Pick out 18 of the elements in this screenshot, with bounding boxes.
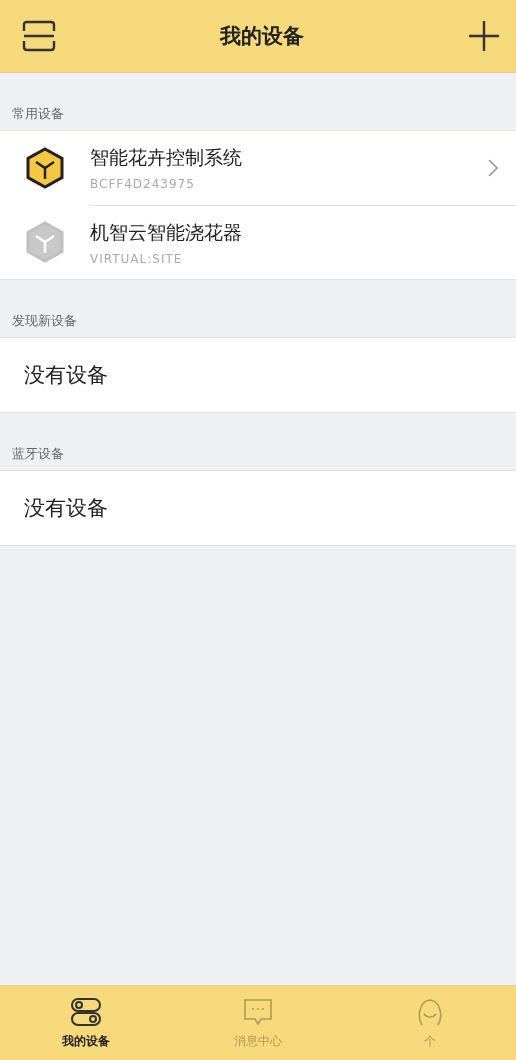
empty-text: 没有设备 [24,362,108,389]
device-id: BCFF4D243975 [90,177,195,191]
add-icon[interactable] [468,20,500,52]
device-name[interactable]: 机智云智能浇花器 [90,219,242,246]
section-title: 常用设备 [12,106,64,121]
empty-text: 没有设备 [24,495,108,522]
page-title: 我的设备 [220,23,304,50]
scan-icon[interactable] [22,20,56,52]
cube-icon [24,220,66,264]
cube-icon [24,146,66,190]
tab[interactable]: 我的设备 [0,986,172,1060]
chevron-icon[interactable] [488,159,498,177]
toggle-icon [70,996,102,1027]
chat-icon [242,996,274,1027]
device-name[interactable]: 智能花卉控制系统 [90,145,242,171]
device-id: VIRTUAL:SITE [90,251,183,266]
section-title: 发现新设备 [12,313,77,328]
section-title: 蓝牙设备 [12,446,64,461]
